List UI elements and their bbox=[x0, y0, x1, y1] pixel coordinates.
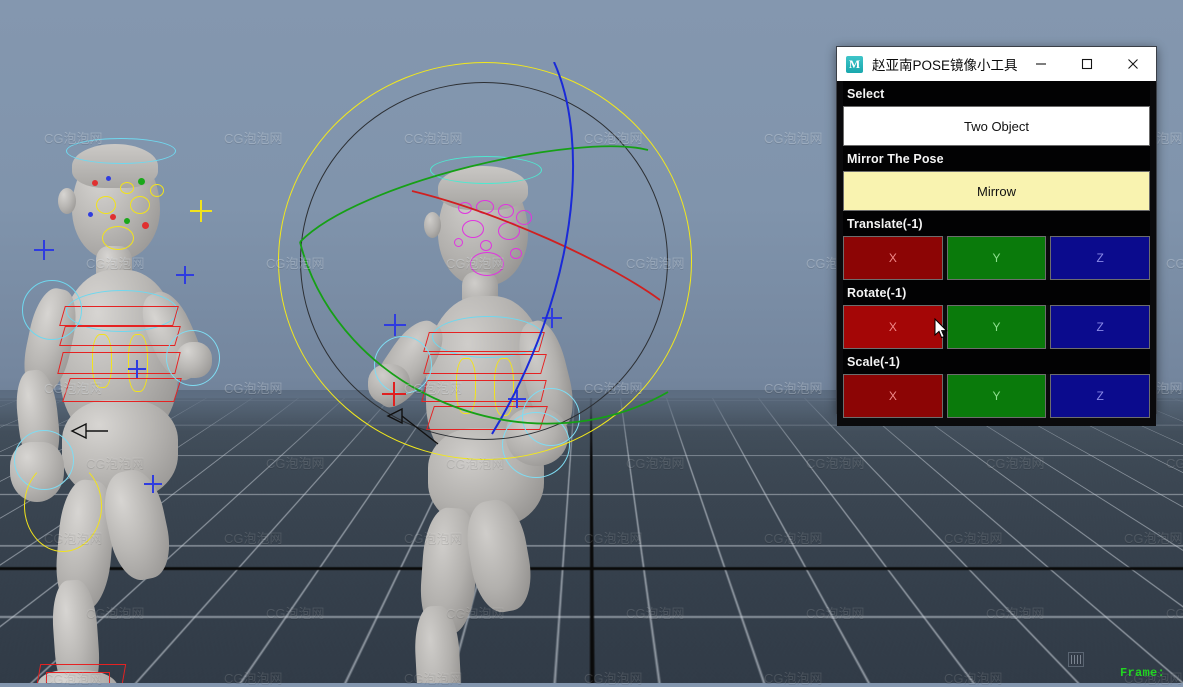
translate-z-button[interactable]: Z bbox=[1050, 236, 1151, 280]
window-controls[interactable] bbox=[1018, 47, 1156, 81]
window-titlebar[interactable]: M 赵亚南POSE镜像小工具 bbox=[837, 47, 1156, 81]
section-label-rotate: Rotate(-1) bbox=[843, 280, 1150, 305]
scale-x-button[interactable]: X bbox=[843, 374, 943, 418]
manipulator-drag-arrow bbox=[70, 422, 108, 440]
rotate-x-button[interactable]: X bbox=[843, 305, 943, 349]
ear-left bbox=[58, 188, 76, 214]
rotate-z-button[interactable]: Z bbox=[1050, 305, 1151, 349]
translate-axis-row: X Y Z bbox=[843, 236, 1151, 280]
pivot-plus-4[interactable] bbox=[128, 360, 146, 378]
close-icon[interactable] bbox=[1110, 47, 1156, 81]
ear-right bbox=[424, 212, 441, 238]
mirror-pose-tool-window[interactable]: M 赵亚南POSE镜像小工具 Select Two Object Mirror … bbox=[836, 46, 1157, 426]
face-controls-right[interactable] bbox=[454, 198, 534, 276]
section-label-translate: Translate(-1) bbox=[843, 211, 1150, 236]
translate-x-button[interactable]: X bbox=[843, 236, 943, 280]
mouse-cursor bbox=[934, 318, 948, 339]
pivot-plus-3[interactable] bbox=[176, 266, 194, 284]
rotate-axis-row: X Y Z bbox=[843, 305, 1151, 349]
pivot-plus-1[interactable] bbox=[34, 240, 54, 260]
scale-y-button[interactable]: Y bbox=[946, 374, 1047, 418]
maximize-icon[interactable] bbox=[1064, 47, 1110, 81]
manipulator-drag-arrow-2 bbox=[386, 407, 439, 445]
pivot-plus-r1[interactable] bbox=[384, 314, 406, 336]
section-label-scale: Scale(-1) bbox=[843, 349, 1150, 374]
maya-app-icon: M bbox=[846, 55, 863, 73]
scale-axis-row: X Y Z bbox=[843, 374, 1151, 418]
pivot-plus-2[interactable] bbox=[190, 200, 212, 222]
frame-status-label: Frame: bbox=[1119, 666, 1165, 680]
hand-right bbox=[176, 342, 212, 378]
translate-y-button[interactable]: Y bbox=[946, 236, 1047, 280]
window-title: 赵亚南POSE镜像小工具 bbox=[872, 58, 1018, 73]
pivot-plus-r2[interactable] bbox=[542, 308, 562, 328]
two-object-button[interactable]: Two Object bbox=[843, 106, 1150, 146]
face-controls-left[interactable] bbox=[88, 174, 166, 250]
scale-z-button[interactable]: Z bbox=[1050, 374, 1151, 418]
hand-left bbox=[10, 442, 64, 502]
pivot-plus-5[interactable] bbox=[144, 475, 162, 493]
minimize-icon[interactable] bbox=[1018, 47, 1064, 81]
hand-right-right-char bbox=[506, 408, 568, 466]
rotate-y-button[interactable]: Y bbox=[946, 305, 1047, 349]
tool-panel-body: Select Two Object Mirror The Pose Mirrow… bbox=[837, 81, 1156, 426]
section-label-select: Select bbox=[843, 81, 1150, 106]
section-label-mirror-the-pose: Mirror The Pose bbox=[843, 146, 1150, 171]
character-left[interactable] bbox=[0, 130, 260, 683]
playback-range-icon bbox=[1068, 652, 1084, 667]
pivot-plus-r3[interactable] bbox=[508, 390, 526, 408]
mirrow-button[interactable]: Mirrow bbox=[843, 171, 1150, 211]
